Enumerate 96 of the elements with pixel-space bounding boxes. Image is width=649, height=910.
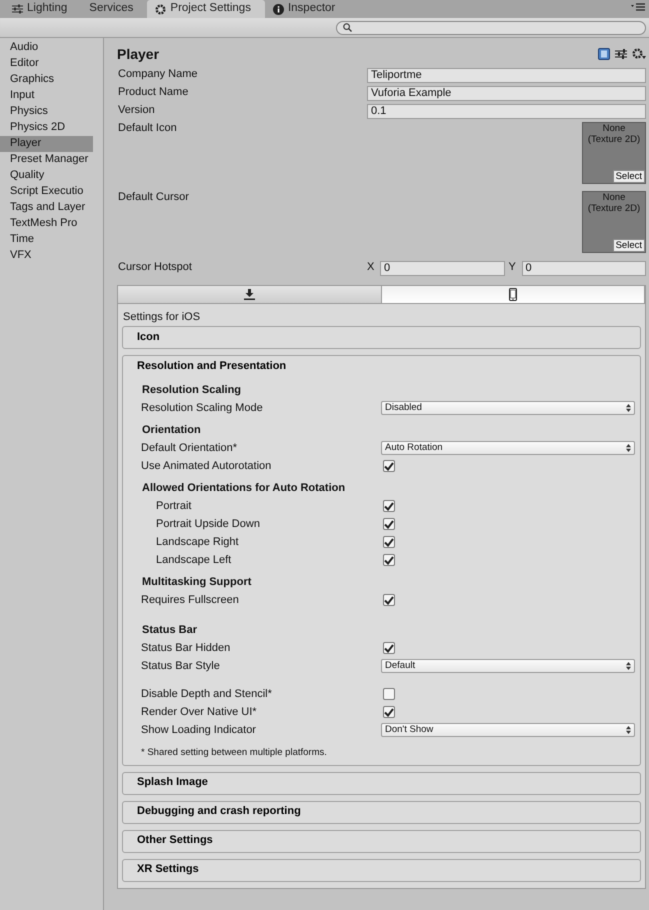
sidebar-item[interactable]: Editor	[0, 56, 93, 72]
dropdown-value: Don't Show	[385, 724, 434, 736]
sidebar-item[interactable]: Graphics	[0, 72, 93, 88]
panel-title: Player	[117, 46, 160, 62]
axis-label: Y	[508, 261, 517, 275]
select-button[interactable]: Select	[612, 239, 645, 252]
sidebar-item[interactable]: Physics 2D	[0, 120, 93, 136]
texture-slot[interactable]: None (Texture 2D) Select	[582, 191, 646, 253]
sliders-icon	[12, 4, 23, 14]
slot-text: None (Texture 2D)	[588, 123, 640, 145]
footnote: * Shared setting between multiple platforms.	[141, 746, 328, 760]
sidebar-item[interactable]: VFX	[0, 248, 93, 264]
setting-label: Use Animated Autorotation	[141, 460, 272, 473]
setting-label: Requires Fullscreen	[141, 594, 240, 607]
dropdown[interactable]: Disabled	[381, 401, 635, 416]
checkbox[interactable]	[383, 460, 395, 472]
text-field[interactable]: Vuforia Example	[367, 86, 646, 100]
field-label: Default Cursor	[117, 191, 190, 204]
setting-label: Portrait	[156, 500, 192, 513]
group-heading: Multitasking Support	[141, 575, 252, 590]
sidebar-item[interactable]: TextMesh Pro	[0, 216, 93, 232]
setting-label: Landscape Left	[156, 554, 232, 567]
checkbox[interactable]	[383, 642, 395, 654]
updown-arrows-icon	[626, 444, 631, 452]
axis-label: X	[367, 261, 376, 275]
search-field[interactable]	[336, 20, 646, 34]
sidebar-item[interactable]: Time	[0, 232, 93, 248]
phone-icon	[508, 288, 517, 301]
text-field[interactable]: 0.1	[367, 104, 646, 118]
tab[interactable]: Inspector	[264, 0, 350, 18]
gear-icon	[155, 4, 166, 14]
checkbox[interactable]	[383, 706, 395, 718]
tab[interactable]: Project Settings	[147, 0, 265, 18]
sidebar-item[interactable]: Physics	[0, 104, 93, 120]
field-label: Product Name	[117, 86, 190, 100]
download-icon	[244, 289, 255, 300]
texture-slot[interactable]: None (Texture 2D) Select	[582, 122, 646, 184]
field-label: Version	[117, 104, 156, 118]
setting-label: Status Bar Hidden	[141, 642, 232, 655]
setting-label: Render Over Native UI*	[141, 706, 258, 719]
dropdown[interactable]: Don't Show	[381, 723, 635, 738]
setting-label: Resolution Scaling Mode	[141, 402, 264, 415]
info-icon	[272, 4, 284, 14]
number-field[interactable]: 0	[522, 260, 646, 276]
group-heading: Resolution Scaling	[141, 383, 242, 398]
sidebar-item[interactable]: Tags and Layer	[0, 200, 93, 216]
section-header[interactable]: Icon	[123, 327, 640, 348]
group-heading: Allowed Orientations for Auto Rotation	[141, 481, 346, 496]
setting-label: Default Orientation*	[141, 442, 238, 455]
field-label: Company Name	[117, 68, 198, 82]
dropdown-value: Default	[385, 660, 416, 672]
section-header[interactable]: Debugging and crash reporting	[123, 802, 640, 823]
checkbox[interactable]	[383, 518, 395, 530]
text-field[interactable]: Teliportme	[367, 68, 646, 82]
sliders-icon[interactable]	[615, 48, 627, 60]
dropdown-value: Auto Rotation	[385, 442, 443, 454]
checkbox[interactable]	[383, 554, 395, 566]
menu-icon[interactable]	[631, 3, 645, 11]
field-label: Cursor Hotspot	[117, 261, 193, 275]
section-header[interactable]: Splash Image	[123, 772, 640, 794]
section-header[interactable]: XR Settings	[123, 860, 640, 881]
help-book-icon[interactable]	[598, 48, 610, 60]
tab[interactable]: Services	[81, 0, 148, 18]
sidebar-item[interactable]: Quality	[0, 168, 93, 184]
dropdown[interactable]: Auto Rotation	[381, 441, 635, 456]
sidebar-item[interactable]: Player	[0, 136, 93, 152]
select-button[interactable]: Select	[612, 170, 645, 183]
slot-text: None (Texture 2D)	[588, 192, 640, 214]
checkbox[interactable]	[383, 594, 395, 606]
updown-arrows-icon	[626, 662, 631, 670]
group-heading: Orientation	[141, 423, 202, 438]
checkbox[interactable]	[383, 536, 395, 548]
setting-label: Portrait Upside Down	[156, 518, 261, 531]
section-header[interactable]: Other Settings	[123, 830, 640, 852]
group-heading: Status Bar	[141, 623, 198, 638]
gear-icon[interactable]	[632, 48, 646, 60]
updown-arrows-icon	[626, 726, 631, 734]
dropdown-value: Disabled	[385, 402, 422, 414]
field-label: Default Icon	[117, 122, 178, 136]
tab[interactable]: Lighting	[4, 0, 82, 18]
settings-title: Settings for iOS	[122, 310, 202, 325]
sidebar-item[interactable]: Audio	[0, 40, 93, 56]
sidebar-item[interactable]: Script Executio	[0, 184, 93, 200]
section-header[interactable]: Resolution and Presentation	[123, 356, 640, 378]
number-field[interactable]: 0	[380, 260, 504, 276]
setting-label: Landscape Right	[156, 536, 240, 549]
checkbox[interactable]	[383, 500, 395, 512]
checkbox[interactable]	[383, 688, 395, 700]
setting-label: Status Bar Style	[141, 660, 221, 673]
setting-label: Disable Depth and Stencil*	[141, 688, 273, 701]
sidebar-item[interactable]: Preset Manager	[0, 152, 93, 168]
dropdown[interactable]: Default	[381, 659, 635, 674]
search-icon	[343, 23, 352, 32]
sidebar-item[interactable]: Input	[0, 88, 93, 104]
setting-label: Show Loading Indicator	[141, 724, 257, 737]
updown-arrows-icon	[626, 404, 631, 412]
